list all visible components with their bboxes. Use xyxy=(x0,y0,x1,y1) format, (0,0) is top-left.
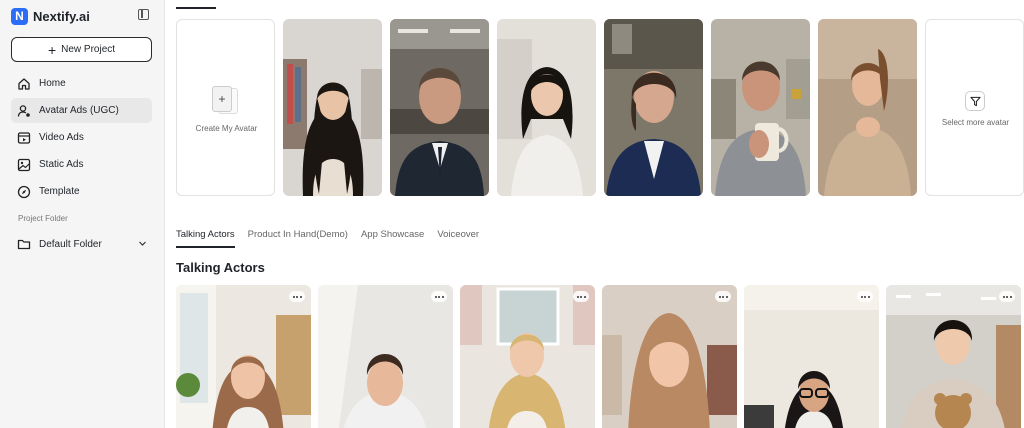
home-icon xyxy=(17,77,31,91)
tab-product-in-hand[interactable]: Product In Hand(Demo) xyxy=(248,226,348,248)
folder-label: Default Folder xyxy=(39,238,102,250)
sidebar-collapse-icon[interactable] xyxy=(138,9,149,20)
avatar-card[interactable] xyxy=(390,19,489,196)
actor-card[interactable] xyxy=(602,285,737,428)
filter-icon xyxy=(965,91,985,111)
sidebar-item-default-folder[interactable]: Default Folder xyxy=(11,232,152,256)
compass-icon xyxy=(17,185,31,199)
more-options-icon[interactable] xyxy=(857,291,873,302)
actor-card[interactable] xyxy=(460,285,595,428)
main-content: + Create My Avatar Select more avatar Ta… xyxy=(165,0,1024,428)
sidebar-item-avatar-ads[interactable]: Avatar Ads (UGC) xyxy=(11,98,152,123)
create-avatar-label: Create My Avatar xyxy=(195,124,258,133)
app-window: N Nextify.ai + New Project Home Avatar A… xyxy=(0,0,1024,428)
select-more-avatar-card[interactable]: Select more avatar xyxy=(925,19,1024,196)
select-more-avatar-label: Select more avatar xyxy=(941,118,1010,127)
sidebar-item-label: Static Ads xyxy=(39,159,84,170)
sidebar-item-label: Template xyxy=(39,186,80,197)
user-avatar-icon xyxy=(17,104,31,118)
sidebar-item-video-ads[interactable]: Video Ads xyxy=(11,125,152,150)
section-title: Talking Actors xyxy=(176,260,265,275)
more-options-icon[interactable] xyxy=(573,291,589,302)
folder-icon xyxy=(17,237,31,251)
new-project-button[interactable]: + New Project xyxy=(11,37,152,62)
sidebar-item-static-ads[interactable]: Static Ads xyxy=(11,152,152,177)
avatar-card[interactable] xyxy=(497,19,596,196)
video-icon xyxy=(17,131,31,145)
project-folder-heading: Project Folder xyxy=(18,214,68,223)
sidebar: N Nextify.ai + New Project Home Avatar A… xyxy=(0,0,165,428)
avatar-card[interactable] xyxy=(604,19,703,196)
more-options-icon[interactable] xyxy=(715,291,731,302)
actor-card[interactable] xyxy=(744,285,879,428)
sidebar-item-label: Home xyxy=(39,78,66,89)
brand-name: Nextify.ai xyxy=(33,8,90,24)
actor-card[interactable] xyxy=(886,285,1021,428)
sidebar-item-template[interactable]: Template xyxy=(11,179,152,204)
tab-app-showcase[interactable]: App Showcase xyxy=(361,226,424,248)
plus-icon: + xyxy=(47,41,57,58)
sidebar-item-label: Avatar Ads (UGC) xyxy=(39,105,119,116)
avatar-card[interactable] xyxy=(283,19,382,196)
add-avatar-icon: + xyxy=(212,86,238,114)
actor-card[interactable] xyxy=(318,285,453,428)
create-avatar-card[interactable]: + Create My Avatar xyxy=(176,19,275,196)
avatar-card[interactable] xyxy=(818,19,917,196)
avatar-card[interactable] xyxy=(711,19,810,196)
brand-logo-icon: N xyxy=(11,7,28,25)
image-icon xyxy=(17,158,31,172)
category-tabs: Talking Actors Product In Hand(Demo) App… xyxy=(176,226,492,248)
chevron-down-icon[interactable] xyxy=(138,239,147,248)
sidebar-item-home[interactable]: Home xyxy=(11,71,152,96)
tab-talking-actors[interactable]: Talking Actors xyxy=(176,226,235,248)
more-options-icon[interactable] xyxy=(999,291,1015,302)
new-project-label: New Project xyxy=(61,44,116,55)
more-options-icon[interactable] xyxy=(431,291,447,302)
actor-card[interactable] xyxy=(176,285,311,428)
top-tab-indicator xyxy=(176,7,216,9)
brand[interactable]: N Nextify.ai xyxy=(11,7,90,25)
sidebar-item-label: Video Ads xyxy=(39,132,84,143)
tab-voiceover[interactable]: Voiceover xyxy=(437,226,479,248)
more-options-icon[interactable] xyxy=(289,291,305,302)
